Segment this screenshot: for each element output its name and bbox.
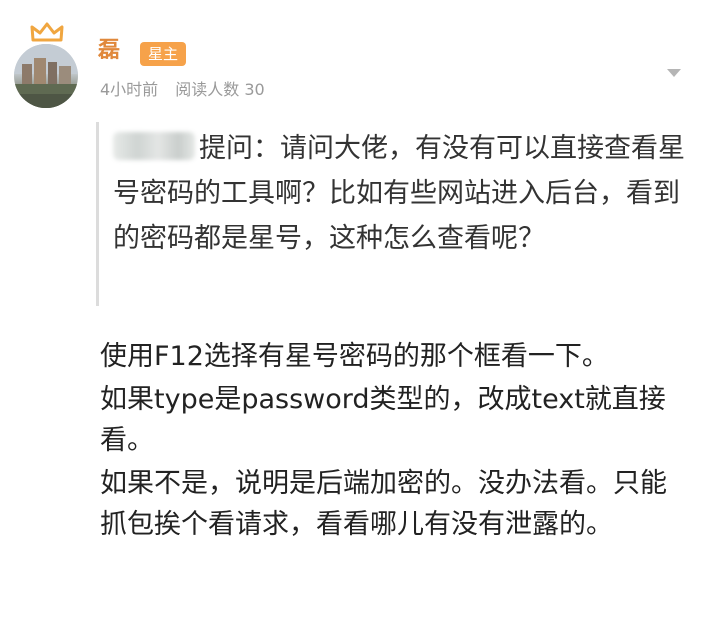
post-card: 磊 星主 4小时前 阅读人数 30 提问：请问大佬，有没有可以直接查看星号密码的… <box>0 0 712 623</box>
author-avatar-group[interactable] <box>14 22 80 108</box>
answer-paragraph-2: 如果type是password类型的，改成text就直接看。 <box>100 384 666 456</box>
owner-badge: 星主 <box>140 42 187 66</box>
crown-icon <box>30 22 64 42</box>
chevron-down-icon[interactable] <box>664 66 684 80</box>
answer-paragraph-3: 如果不是，说明是后端加密的。没办法看。只能抓包挨个看请求，看看哪儿有没有泄露的。 <box>100 468 667 540</box>
quoted-question: 提问：请问大佬，有没有可以直接查看星号密码的工具啊？比如有些网站进入后台，看到的… <box>96 122 699 306</box>
question-text: 提问：请问大佬，有没有可以直接查看星号密码的工具啊？比如有些网站进入后台，看到的… <box>113 133 685 254</box>
answer-body: 使用F12选择有星号密码的那个框看一下。 如果type是password类型的，… <box>100 336 690 545</box>
post-time: 4小时前 <box>100 80 159 99</box>
author-name[interactable]: 磊 <box>98 38 120 64</box>
answer-paragraph-1: 使用F12选择有星号密码的那个框看一下。 <box>100 341 609 372</box>
post-meta: 4小时前 阅读人数 30 <box>100 80 277 100</box>
read-count: 阅读人数 30 <box>175 80 265 99</box>
avatar[interactable] <box>14 44 78 108</box>
